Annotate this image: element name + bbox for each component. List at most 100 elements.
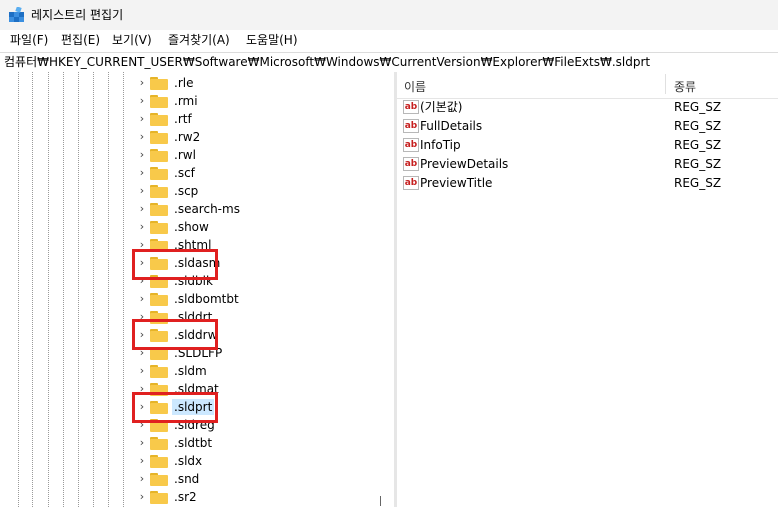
tree-item-label: .scp — [174, 184, 199, 198]
string-value-icon: ab — [403, 138, 419, 152]
tree-item-label: .search-ms — [174, 202, 240, 216]
chevron-right-icon[interactable]: › — [136, 183, 148, 199]
folder-icon — [150, 491, 168, 504]
tree-item[interactable]: › .sldbomtbt — [136, 290, 386, 308]
tree-item[interactable]: › .scf — [136, 164, 386, 182]
chevron-right-icon[interactable]: › — [136, 165, 148, 181]
value-name: InfoTip — [420, 138, 461, 152]
window-title: 레지스트리 편집기 — [31, 8, 124, 22]
tree-item[interactable]: › .sldtbt — [136, 434, 386, 452]
value-type: REG_SZ — [674, 176, 722, 190]
tree-item[interactable]: › .rwl — [136, 146, 386, 164]
tree-item[interactable]: › .snd — [136, 470, 386, 488]
tree-item-label: .sldx — [174, 454, 203, 468]
chevron-right-icon[interactable]: › — [136, 291, 148, 307]
value-type: REG_SZ — [674, 157, 722, 171]
tree-guide-line — [32, 72, 33, 507]
tree-item[interactable]: › .show — [136, 218, 386, 236]
tree-item-label: .show — [174, 220, 209, 234]
address-bar[interactable]: 컴퓨터₩HKEY_CURRENT_USER₩Software₩Microsoft… — [0, 52, 778, 73]
folder-icon — [150, 77, 168, 90]
chevron-right-icon[interactable]: › — [136, 219, 148, 235]
values-pane[interactable]: 이름 종류 ab (기본값) REG_SZ ab FullDetails REG_SZ ab… — [397, 72, 778, 507]
string-value-icon: ab — [403, 157, 419, 171]
string-value-icon: ab — [403, 100, 419, 114]
tree-item[interactable]: › .sldm — [136, 362, 386, 380]
column-header: 이름 종류 — [397, 72, 778, 99]
value-name: PreviewTitle — [420, 176, 493, 190]
menu-help[interactable]: 도움말(H) — [246, 33, 298, 48]
folder-icon — [150, 95, 168, 108]
tree-item-label: .rmi — [174, 94, 198, 108]
tree-item-label: .rtf — [174, 112, 192, 126]
tree-item-label: .sldtbt — [174, 436, 213, 450]
chevron-right-icon[interactable]: › — [136, 489, 148, 505]
chevron-right-icon[interactable]: › — [136, 93, 148, 109]
menu-file[interactable]: 파일(F) — [10, 33, 48, 48]
menu-favorites[interactable]: 즐겨찾기(A) — [168, 33, 230, 48]
registry-editor-icon — [9, 7, 24, 22]
value-type: REG_SZ — [674, 119, 722, 133]
column-name-header[interactable]: 이름 — [404, 78, 426, 95]
highlight-box-sldprt — [132, 392, 218, 423]
value-row[interactable]: ab PreviewDetails REG_SZ — [397, 155, 778, 174]
folder-icon — [150, 437, 168, 450]
tree-item[interactable]: › .rw2 — [136, 128, 386, 146]
value-name: (기본값) — [420, 100, 463, 114]
highlight-box-slddrw — [132, 319, 218, 350]
chevron-right-icon[interactable]: › — [136, 129, 148, 145]
tree-item-label: .snd — [174, 472, 200, 486]
tree-item-label: .rle — [174, 76, 194, 90]
folder-icon — [150, 203, 168, 216]
folder-icon — [150, 113, 168, 126]
string-value-icon: ab — [403, 119, 419, 133]
tree-item[interactable]: › .sr2 — [136, 488, 386, 506]
value-name: PreviewDetails — [420, 157, 509, 171]
menu-view[interactable]: 보기(V) — [112, 33, 152, 48]
value-row[interactable]: ab PreviewTitle REG_SZ — [397, 174, 778, 193]
value-row[interactable]: ab FullDetails REG_SZ — [397, 117, 778, 136]
chevron-right-icon[interactable]: › — [136, 363, 148, 379]
tree-guide-line — [63, 72, 64, 507]
value-type: REG_SZ — [674, 138, 722, 152]
tree-item[interactable]: › .scp — [136, 182, 386, 200]
folder-icon — [150, 167, 168, 180]
chevron-right-icon[interactable]: › — [136, 435, 148, 451]
key-tree-pane[interactable]: › .rle › .rmi › .rtf › .rw2 › .rwl › .scf › .scp › .sea… — [0, 72, 394, 507]
chevron-right-icon[interactable]: › — [136, 111, 148, 127]
chevron-right-icon[interactable]: › — [136, 471, 148, 487]
tree-guide-line — [93, 72, 94, 507]
tree-item[interactable]: › .rle — [136, 74, 386, 92]
menu-bar: 파일(F) 편집(E) 보기(V) 즐겨찾기(A) 도움말(H) — [0, 30, 778, 51]
tree-item-label: .sr2 — [174, 490, 197, 504]
chevron-right-icon[interactable]: › — [136, 453, 148, 469]
tree-guide-line — [18, 72, 19, 507]
folder-icon — [150, 149, 168, 162]
scrollbar-thumb[interactable] — [380, 496, 381, 506]
folder-icon — [150, 293, 168, 306]
tree-item[interactable]: › .rtf — [136, 110, 386, 128]
folder-icon — [150, 131, 168, 144]
chevron-right-icon[interactable]: › — [136, 147, 148, 163]
folder-icon — [150, 455, 168, 468]
folder-icon — [150, 185, 168, 198]
tree-item[interactable]: › .sldx — [136, 452, 386, 470]
tree-item-label: .rwl — [174, 148, 196, 162]
tree-guide-line — [78, 72, 79, 507]
highlight-box-sldasm — [132, 249, 218, 280]
tree-item[interactable]: › .rmi — [136, 92, 386, 110]
value-row[interactable]: ab (기본값) REG_SZ — [397, 98, 778, 117]
column-type-header[interactable]: 종류 — [674, 78, 696, 95]
value-type: REG_SZ — [674, 100, 722, 114]
chevron-right-icon[interactable]: › — [136, 75, 148, 91]
tree-item-label: .scf — [174, 166, 195, 180]
folder-icon — [150, 365, 168, 378]
column-separator[interactable] — [665, 74, 666, 94]
tree-guide-line — [108, 72, 109, 507]
value-row[interactable]: ab InfoTip REG_SZ — [397, 136, 778, 155]
menu-edit[interactable]: 편집(E) — [61, 33, 100, 48]
address-path[interactable]: 컴퓨터₩HKEY_CURRENT_USER₩Software₩Microsoft… — [4, 55, 650, 70]
chevron-right-icon[interactable]: › — [136, 201, 148, 217]
tree-guide-line — [48, 72, 49, 507]
tree-item[interactable]: › .search-ms — [136, 200, 386, 218]
